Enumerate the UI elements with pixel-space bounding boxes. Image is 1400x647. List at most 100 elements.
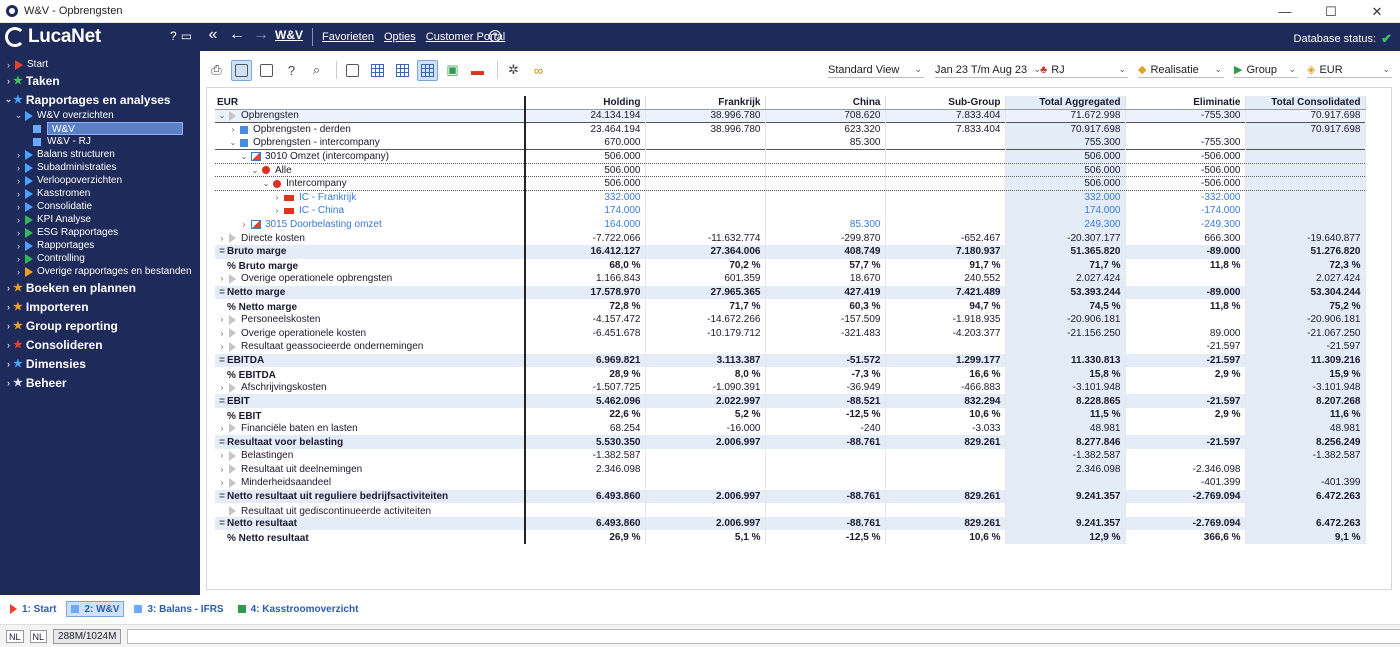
value-cell[interactable] (1245, 149, 1366, 164)
value-cell[interactable]: 71.672.998 (1005, 109, 1126, 123)
value-cell[interactable]: -10.179.712 (645, 326, 766, 341)
value-cell[interactable]: -21.597 (1125, 394, 1246, 409)
value-cell[interactable]: -506.000 (1125, 163, 1246, 178)
column-header[interactable]: Frankrijk (645, 96, 766, 110)
value-cell[interactable]: 5,1 % (645, 530, 766, 544)
value-cell[interactable] (645, 448, 766, 463)
value-cell[interactable]: 9,1 % (1245, 530, 1366, 544)
table-row[interactable]: % EBIT 22,6 % 5,2 % -12,5 % 10,6 % 11,5 % 2,9 … (215, 408, 1366, 422)
table-row[interactable]: › IC - Frankrijk 332.000 332.000 -332.000 (215, 190, 1366, 205)
table-row[interactable]: = EBITDA 6.969.821 3.113.387 -51.572 1.299.17… (215, 353, 1366, 368)
value-cell[interactable]: 16.412.127 (525, 244, 646, 259)
value-cell[interactable]: 366,6 % (1125, 530, 1246, 544)
column-header[interactable]: China (765, 96, 886, 110)
value-cell[interactable]: 506.000 (1005, 163, 1126, 178)
sidebar-item[interactable]: › Rapportages (0, 239, 200, 252)
value-cell[interactable]: -2.769.094 (1125, 489, 1246, 504)
value-cell[interactable]: 666.300 (1125, 231, 1246, 245)
value-cell[interactable]: -2.769.094 (1125, 516, 1246, 531)
value-cell[interactable] (1245, 204, 1366, 218)
value-cell[interactable]: 7.833.404 (885, 122, 1006, 137)
row-label-cell[interactable]: › Resultaat geassocieerde ondernemingen (215, 340, 526, 354)
value-cell[interactable]: -89.000 (1125, 285, 1246, 300)
minimize-button[interactable]: — (1262, 0, 1308, 23)
value-cell[interactable]: -21.597 (1245, 340, 1366, 354)
value-cell[interactable]: -401.399 (1125, 476, 1246, 490)
value-cell[interactable]: 15,9 % (1245, 367, 1366, 381)
chevron-right-icon[interactable]: › (14, 202, 23, 212)
value-cell[interactable]: 832.294 (885, 394, 1006, 409)
value-cell[interactable] (1245, 163, 1366, 178)
chevron-down-icon[interactable]: ⌄ (239, 152, 249, 161)
value-cell[interactable]: 708.620 (765, 109, 886, 123)
value-cell[interactable] (645, 163, 766, 178)
table-row[interactable]: › Overige operationele opbrengsten 1.166.8… (215, 272, 1366, 286)
row-label-cell[interactable]: › Resultaat uit deelnemingen (215, 462, 526, 477)
value-cell[interactable]: 7.180.937 (885, 244, 1006, 259)
value-cell[interactable] (1245, 190, 1366, 205)
row-label-cell[interactable]: ⌄ Opbrengsten - intercompany (215, 136, 526, 150)
column-header[interactable]: Eliminatie (1125, 96, 1246, 110)
value-cell[interactable]: 1.166.843 (525, 272, 646, 286)
value-cell[interactable]: 7.833.404 (885, 109, 1006, 123)
value-cell[interactable]: 427.419 (765, 285, 886, 300)
table-row[interactable]: › Overige operationele kosten -6.451.678 -1… (215, 326, 1366, 341)
breadcrumb[interactable]: W&V (275, 28, 303, 42)
value-cell[interactable]: -1.507.725 (525, 380, 646, 395)
value-cell[interactable]: 22,6 % (525, 408, 646, 422)
chevron-right-icon[interactable]: › (4, 302, 13, 312)
sidebar-item[interactable]: ⌄ W&V overzichten (0, 109, 200, 122)
value-cell[interactable]: 2.006.997 (645, 516, 766, 531)
value-cell[interactable]: 408.749 (765, 244, 886, 259)
value-cell[interactable]: -21.156.250 (1005, 326, 1126, 341)
value-cell[interactable] (885, 204, 1006, 218)
value-cell[interactable] (1245, 176, 1366, 192)
value-cell[interactable]: 10,6 % (885, 408, 1006, 422)
value-cell[interactable]: 2,9 % (1125, 408, 1246, 422)
value-cell[interactable]: 53.304.244 (1245, 285, 1366, 300)
value-cell[interactable]: 23.464.194 (525, 122, 646, 137)
close-button[interactable]: ✕ (1354, 0, 1400, 23)
value-cell[interactable]: 8.277.846 (1005, 435, 1126, 449)
table-row[interactable]: › Directe kosten -7.722.066 -11.632.774 -299… (215, 231, 1366, 245)
value-cell[interactable] (1125, 272, 1246, 286)
value-cell[interactable] (645, 476, 766, 490)
value-cell[interactable]: 2.027.424 (1245, 272, 1366, 286)
chevron-right-icon[interactable]: › (217, 478, 227, 487)
value-cell[interactable]: 27.965.365 (645, 285, 766, 300)
table-row[interactable]: Resultaat uit gediscontinueerde activite… (215, 503, 1366, 517)
value-cell[interactable] (1125, 421, 1246, 436)
sidebar-item[interactable]: W&V (0, 122, 200, 135)
value-cell[interactable]: 10,6 % (885, 530, 1006, 544)
row-label-cell[interactable]: › Overige operationele opbrengsten (215, 272, 526, 286)
value-cell[interactable]: 2.346.098 (525, 462, 646, 477)
chevron-down-icon[interactable]: ⌄ (261, 179, 271, 188)
value-cell[interactable]: 18.670 (765, 272, 886, 286)
value-cell[interactable]: -3.101.948 (1245, 380, 1366, 395)
row-label-cell[interactable]: % EBITDA (215, 367, 526, 381)
value-cell[interactable]: -12,5 % (765, 530, 886, 544)
sidebar-item[interactable]: › ★ Dimensies (0, 354, 200, 373)
row-label-cell[interactable]: › Opbrengsten - derden (215, 122, 526, 137)
chevron-right-icon[interactable]: › (217, 342, 227, 351)
value-cell[interactable]: 51.365.820 (1005, 244, 1126, 259)
chevron-down-icon[interactable]: ⌄ (14, 110, 23, 121)
row-label-cell[interactable]: › IC - Frankrijk (215, 190, 526, 205)
value-cell[interactable]: -51.572 (765, 353, 886, 368)
value-cell[interactable]: 68.254 (525, 421, 646, 436)
table-row[interactable]: ⌄ Intercompany 506.000 506.000 -506.000 (215, 176, 1366, 192)
chevron-right-icon[interactable]: › (217, 234, 227, 243)
chevron-right-icon[interactable]: › (14, 189, 23, 199)
value-cell[interactable]: -36.949 (765, 380, 886, 395)
value-cell[interactable]: 11,8 % (1125, 299, 1246, 313)
sidebar-item[interactable]: › Kasstromen (0, 187, 200, 200)
value-cell[interactable]: -3.033 (885, 421, 1006, 436)
value-cell[interactable]: -506.000 (1125, 149, 1246, 164)
value-cell[interactable]: 506.000 (1005, 176, 1126, 192)
sidebar-item[interactable]: › ★ Importeren (0, 297, 200, 316)
value-cell[interactable] (1125, 380, 1246, 395)
chevron-right-icon[interactable]: › (14, 176, 23, 186)
value-cell[interactable]: 755.300 (1005, 136, 1126, 150)
value-cell[interactable]: 240.552 (885, 272, 1006, 286)
value-cell[interactable]: -2.346.098 (1125, 462, 1246, 477)
